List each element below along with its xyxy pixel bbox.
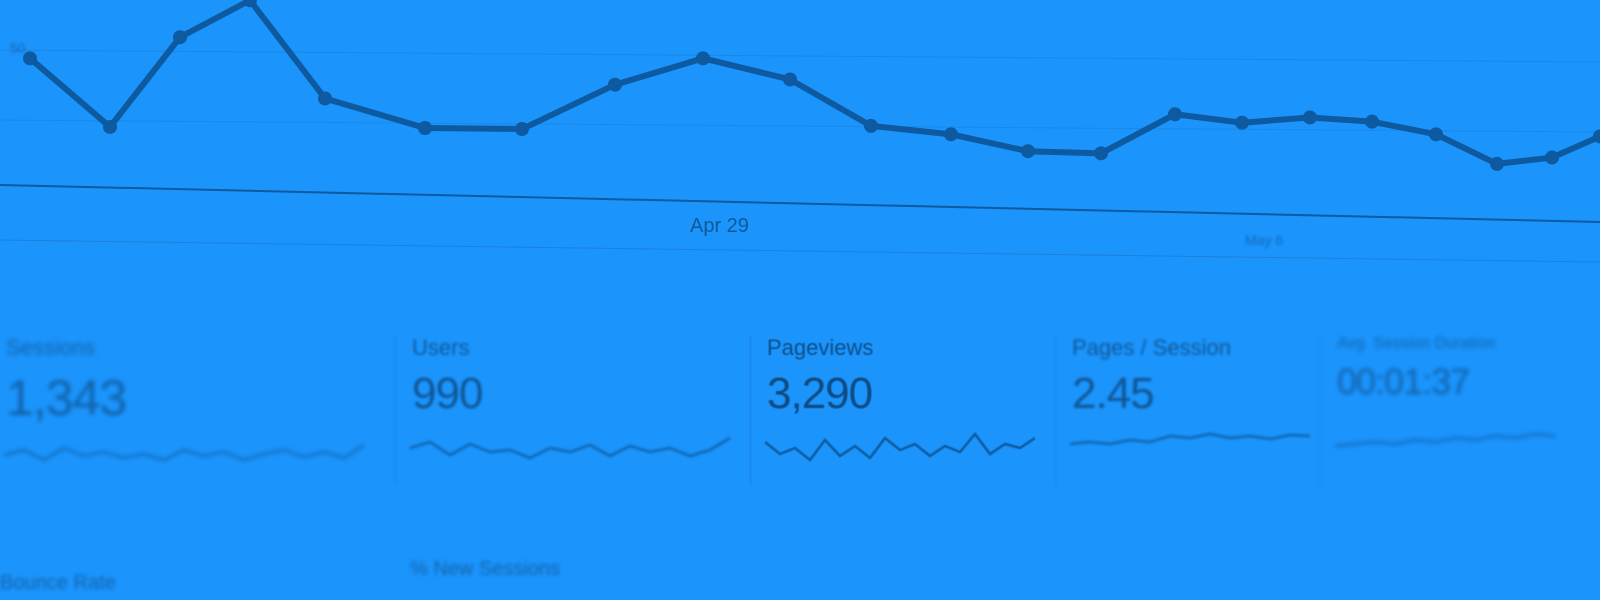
metric-value: 3,290 (767, 369, 873, 418)
metric-sparkline (1070, 432, 1310, 446)
metric-label: Sessions (6, 335, 96, 360)
data-point[interactable] (696, 51, 710, 66)
metric-pages-per-session[interactable]: Pages / Session 2.45 (1055, 335, 1310, 485)
metric-users[interactable]: Users 990 (395, 335, 730, 485)
data-point[interactable] (864, 118, 878, 133)
metric-pageviews[interactable]: Pageviews 3,290 (750, 335, 1035, 485)
metric-sparkline (765, 431, 1035, 462)
metric-value: 1,343 (6, 370, 127, 426)
metric-label-new-sessions: % New Sessions (410, 558, 561, 580)
metric-sparkline (410, 436, 730, 460)
data-point[interactable] (103, 119, 117, 134)
data-point[interactable] (1094, 146, 1108, 161)
x-axis-label-may-6: May 6 (1245, 232, 1284, 248)
metric-label: Users (412, 335, 470, 360)
chart-bottom-border (0, 239, 1600, 263)
data-point[interactable] (1303, 110, 1317, 125)
metric-avg-session-duration[interactable]: Avg. Session Duration 00:01:37 (1320, 335, 1555, 485)
data-point[interactable] (1429, 127, 1443, 142)
y-axis-tick-label: 50 (10, 40, 26, 56)
data-point[interactable] (1365, 114, 1379, 129)
metric-label: Pages / Session (1072, 335, 1231, 360)
data-point[interactable] (1545, 150, 1559, 165)
metric-label-bounce-rate: Bounce Rate (0, 572, 116, 594)
x-axis-line (0, 184, 1600, 223)
data-point[interactable] (318, 91, 332, 106)
data-point[interactable] (515, 122, 529, 137)
data-point[interactable] (173, 30, 187, 45)
data-point[interactable] (1235, 115, 1249, 130)
data-point[interactable] (608, 77, 622, 92)
data-point[interactable] (944, 127, 958, 142)
data-point[interactable] (1021, 144, 1035, 159)
line-chart (0, 0, 1600, 263)
data-point[interactable] (1168, 107, 1182, 122)
metric-sessions[interactable]: Sessions 1,343 (0, 335, 364, 485)
data-point[interactable] (418, 121, 432, 135)
metric-value: 00:01:37 (1337, 361, 1470, 402)
metric-value: 990 (412, 369, 483, 418)
data-point[interactable] (783, 72, 797, 87)
data-point[interactable] (1490, 156, 1504, 171)
x-axis-label-apr-29: Apr 29 (690, 215, 749, 237)
metric-sparkline (1335, 432, 1555, 448)
metric-label: Avg. Session Duration (1337, 335, 1496, 352)
metric-value: 2.45 (1072, 369, 1155, 418)
metric-label: Pageviews (767, 335, 874, 360)
metric-sparkline (4, 443, 364, 462)
sessions-series-line (28, 0, 1600, 167)
